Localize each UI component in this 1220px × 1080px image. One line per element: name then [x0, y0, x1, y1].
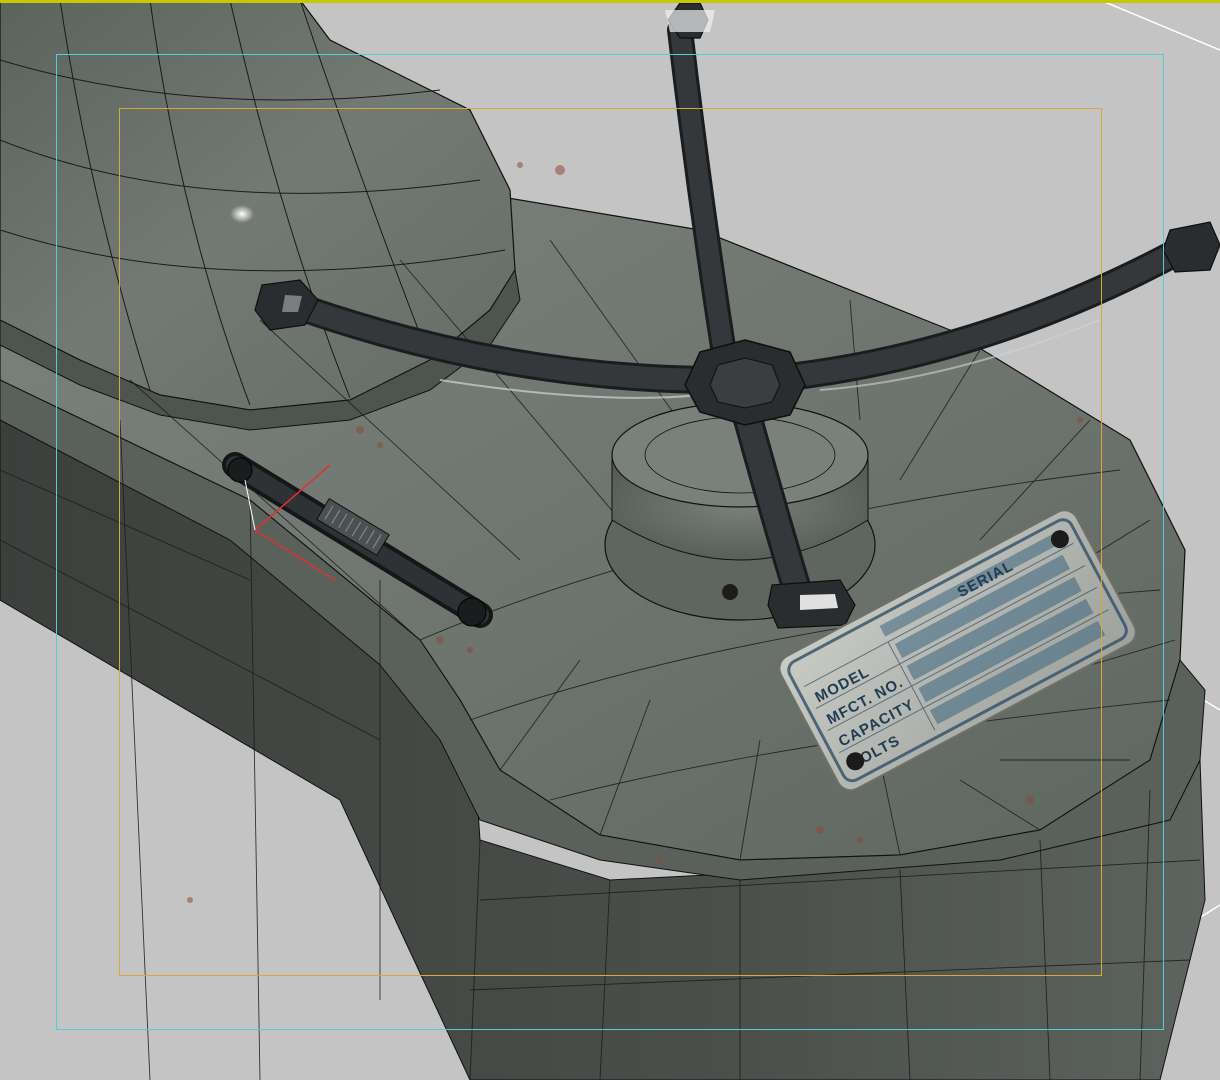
active-viewport-border — [0, 0, 1220, 3]
specular-highlight — [230, 205, 254, 223]
knob-highlight — [800, 594, 838, 610]
viewport-canvas[interactable]: MODEL SERIAL MFCT. NO. CAPACITY VOLTS — [0, 0, 1220, 1080]
3d-viewport[interactable]: MODEL SERIAL MFCT. NO. CAPACITY VOLTS — [0, 0, 1220, 1080]
hub-nut-face — [709, 357, 781, 409]
lever-end-cap — [457, 597, 487, 627]
knob-highlight — [665, 10, 715, 32]
lever-end-cap — [227, 457, 253, 483]
spoke-knob-right — [1162, 221, 1220, 273]
hub-screw — [722, 584, 738, 600]
